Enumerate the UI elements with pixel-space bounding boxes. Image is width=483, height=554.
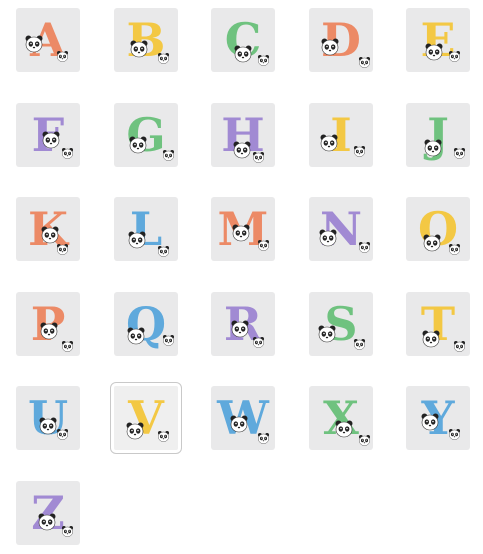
sticker-w[interactable]: W bbox=[211, 386, 275, 450]
sticker-v[interactable]: V bbox=[110, 382, 182, 454]
panda-icon bbox=[421, 329, 441, 349]
panda-icon bbox=[320, 37, 340, 57]
panda-icon bbox=[422, 233, 442, 253]
sticker-j[interactable]: J bbox=[406, 103, 470, 167]
sticker-s[interactable]: S bbox=[309, 292, 373, 356]
sticker-l[interactable]: L bbox=[114, 197, 178, 261]
panda-icon bbox=[157, 428, 170, 442]
sticker-a[interactable]: A bbox=[16, 8, 80, 72]
panda-icon bbox=[424, 42, 444, 62]
sticker-g[interactable]: G bbox=[114, 103, 178, 167]
panda-icon bbox=[358, 54, 371, 68]
sticker-x[interactable]: X bbox=[309, 386, 373, 450]
panda-icon bbox=[252, 334, 265, 348]
sticker-n[interactable]: N bbox=[309, 197, 373, 261]
panda-icon bbox=[317, 324, 337, 344]
panda-icon bbox=[61, 145, 74, 159]
panda-icon bbox=[319, 133, 339, 153]
panda-icon bbox=[61, 523, 74, 537]
panda-icon bbox=[37, 512, 57, 532]
panda-icon bbox=[353, 336, 366, 350]
sticker-k[interactable]: K bbox=[16, 197, 80, 261]
panda-icon bbox=[127, 230, 147, 250]
panda-icon bbox=[229, 414, 249, 434]
panda-icon bbox=[257, 52, 270, 66]
panda-icon bbox=[162, 147, 175, 161]
panda-icon bbox=[358, 432, 371, 446]
panda-icon bbox=[157, 50, 170, 64]
panda-icon bbox=[232, 140, 252, 160]
panda-icon bbox=[157, 243, 170, 257]
sticker-q[interactable]: Q bbox=[114, 292, 178, 356]
panda-icon bbox=[353, 143, 366, 157]
panda-icon bbox=[56, 48, 69, 62]
panda-icon bbox=[448, 426, 461, 440]
panda-icon bbox=[233, 44, 253, 64]
sticker-i[interactable]: I bbox=[309, 103, 373, 167]
sticker-d[interactable]: D bbox=[309, 8, 373, 72]
panda-icon bbox=[453, 145, 466, 159]
panda-icon bbox=[129, 39, 149, 59]
panda-icon bbox=[162, 332, 175, 346]
panda-icon bbox=[41, 130, 61, 150]
panda-icon bbox=[125, 421, 145, 441]
panda-icon bbox=[128, 135, 148, 155]
panda-icon bbox=[252, 149, 265, 163]
sticker-h[interactable]: H bbox=[211, 103, 275, 167]
sticker-b[interactable]: B bbox=[114, 8, 178, 72]
panda-icon bbox=[38, 416, 58, 436]
sticker-e[interactable]: E bbox=[406, 8, 470, 72]
panda-icon bbox=[420, 412, 440, 432]
sticker-t[interactable]: T bbox=[406, 292, 470, 356]
panda-icon bbox=[257, 237, 270, 251]
sticker-u[interactable]: U bbox=[16, 386, 80, 450]
sticker-r[interactable]: R bbox=[211, 292, 275, 356]
panda-icon bbox=[358, 239, 371, 253]
panda-icon bbox=[230, 319, 250, 339]
panda-icon bbox=[334, 419, 354, 439]
panda-icon bbox=[24, 34, 44, 54]
panda-icon bbox=[448, 241, 461, 255]
sticker-f[interactable]: F bbox=[16, 103, 80, 167]
panda-icon bbox=[231, 223, 251, 243]
panda-icon bbox=[453, 338, 466, 352]
panda-icon bbox=[448, 48, 461, 62]
panda-icon bbox=[56, 426, 69, 440]
sticker-y[interactable]: Y bbox=[406, 386, 470, 450]
sticker-c[interactable]: C bbox=[211, 8, 275, 72]
sticker-z[interactable]: Z bbox=[16, 481, 80, 545]
panda-icon bbox=[61, 338, 74, 352]
panda-icon bbox=[318, 228, 338, 248]
sticker-grid: ABCDE FGHIJ KLMNO PQRST UVWXY Z bbox=[0, 0, 483, 554]
panda-icon bbox=[423, 138, 443, 158]
panda-icon bbox=[126, 326, 146, 346]
panda-icon bbox=[56, 241, 69, 255]
panda-icon bbox=[39, 321, 59, 341]
sticker-p[interactable]: P bbox=[16, 292, 80, 356]
sticker-m[interactable]: M bbox=[211, 197, 275, 261]
sticker-o[interactable]: O bbox=[406, 197, 470, 261]
panda-icon bbox=[257, 430, 270, 444]
